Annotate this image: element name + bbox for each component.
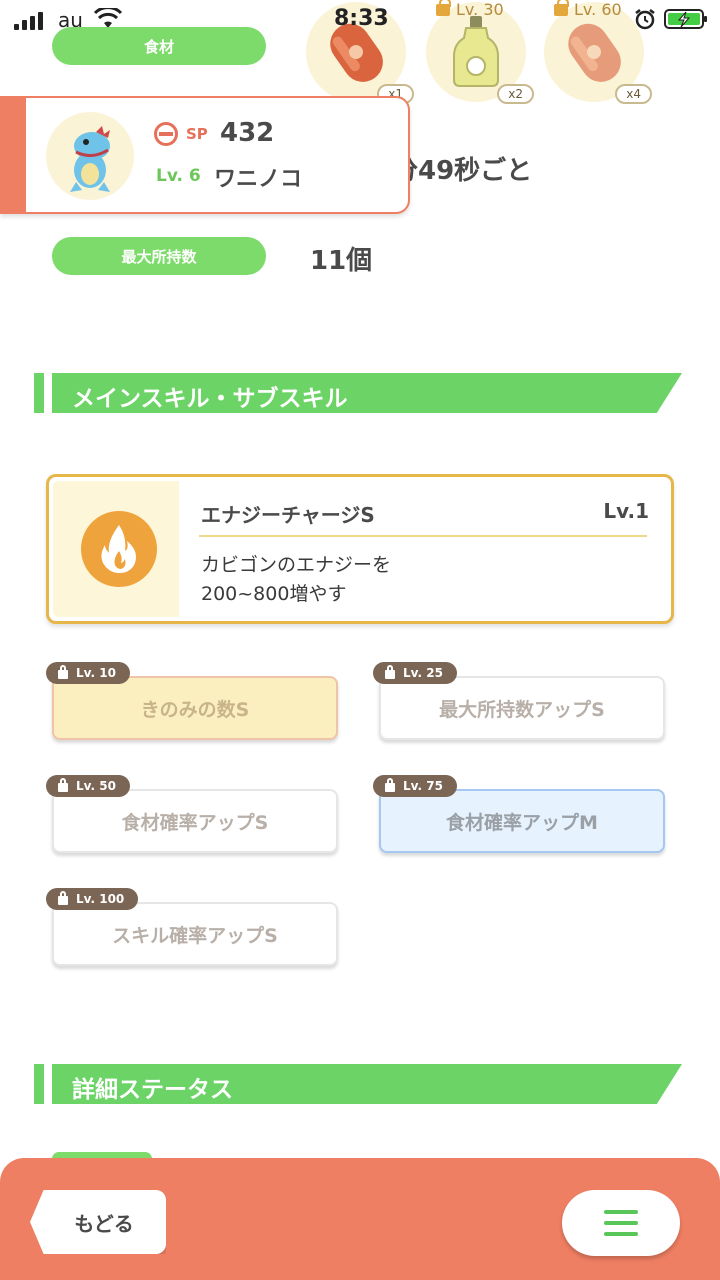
- sub-skill-name: 食材確率アップM: [379, 789, 665, 853]
- fire-icon: [81, 511, 157, 587]
- main-skill-description: カビゴンのエナジーを 200~800増やす: [201, 554, 392, 605]
- sp-label: SP: [186, 125, 208, 143]
- sub-skill-lv10[interactable]: Lv. 10 きのみの数S: [46, 662, 338, 740]
- level-tag: Lv. 10: [46, 662, 130, 684]
- pokemon-card[interactable]: SP 432 Lv. 6 ワニノコ: [0, 96, 410, 214]
- sub-skill-lv100[interactable]: Lv. 100 スキル確率アップS: [46, 888, 338, 966]
- lock-icon: [58, 665, 68, 679]
- sub-skill-lv50[interactable]: Lv. 50 食材確率アップS: [46, 775, 338, 853]
- ingredient-count: x2: [497, 84, 534, 104]
- ingredient-slot-2[interactable]: Lv. 30 x2: [426, 0, 534, 104]
- help-interval-value: 分49秒ごと: [392, 156, 533, 186]
- sub-skill-name: スキル確率アップS: [52, 902, 338, 966]
- sub-skill-lv75[interactable]: Lv. 75 食材確率アップM: [373, 775, 665, 853]
- main-skill-name: エナジーチャージS: [201, 503, 375, 527]
- max-carry-label: 最大所持数: [52, 237, 266, 275]
- level-lock: Lv. 30: [436, 0, 504, 19]
- sub-skill-name: 最大所持数アップS: [379, 676, 665, 740]
- sub-skill-name: 食材確率アップS: [52, 789, 338, 853]
- level-tag: Lv. 75: [373, 775, 457, 797]
- card-stripe: [2, 98, 26, 212]
- detail-status-section-header: 詳細ステータス: [34, 1064, 684, 1104]
- menu-button[interactable]: [562, 1190, 680, 1256]
- level-tag: Lv. 50: [46, 775, 130, 797]
- signal-icon: [14, 12, 43, 30]
- pokemon-avatar: [46, 112, 134, 200]
- battery-charging-icon: [664, 9, 707, 29]
- lock-icon: [58, 778, 68, 792]
- clock: 8:33: [334, 6, 389, 31]
- skills-section-header: メインスキル・サブスキル: [34, 373, 684, 413]
- max-carry-value: 11個: [310, 246, 373, 276]
- ingredients-label: 食材: [52, 27, 266, 65]
- main-skill-card[interactable]: エナジーチャージS Lv.1 カビゴンのエナジーを 200~800増やす: [46, 474, 674, 624]
- sp-icon: [154, 122, 178, 146]
- lock-icon: [436, 0, 451, 16]
- level-tag: Lv. 25: [373, 662, 457, 684]
- lock-icon: [385, 665, 395, 679]
- lock-icon: [385, 778, 395, 792]
- sp-value: 432: [220, 118, 275, 148]
- totodile-icon: [70, 126, 110, 192]
- divider: [199, 535, 647, 537]
- pokemon-name: ワニノコ: [214, 167, 303, 192]
- main-skill-level: Lv.1: [603, 499, 649, 523]
- section-title: メインスキル・サブスキル: [72, 386, 348, 412]
- sub-skill-name: きのみの数S: [52, 676, 338, 740]
- alarm-icon: [635, 9, 655, 30]
- sub-skill-lv25[interactable]: Lv. 25 最大所持数アップS: [373, 662, 665, 740]
- lock-icon: [58, 891, 68, 905]
- pokemon-level: Lv. 6: [156, 166, 201, 186]
- ingredient-slot-3[interactable]: Lv. 60 x4: [544, 0, 652, 104]
- level-tag: Lv. 100: [46, 888, 139, 910]
- section-title: 詳細ステータス: [72, 1077, 233, 1103]
- back-button[interactable]: もどる: [30, 1190, 166, 1254]
- ingredient-count: x4: [615, 84, 652, 104]
